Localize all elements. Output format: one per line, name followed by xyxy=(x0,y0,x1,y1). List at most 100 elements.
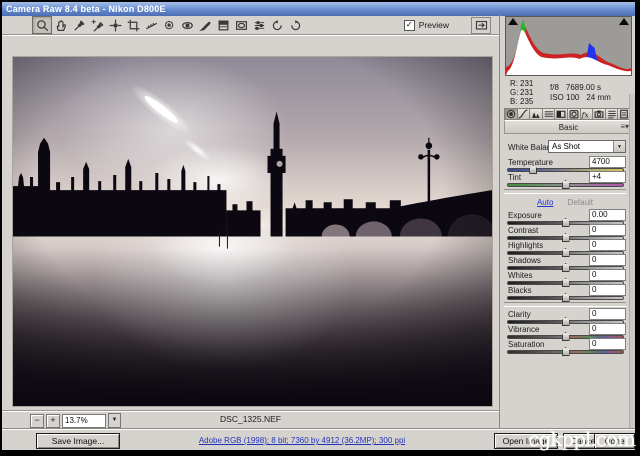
adjustment-brush-tool-button[interactable] xyxy=(196,17,214,33)
tab-camera-calibration[interactable] xyxy=(592,108,605,120)
straighten-icon xyxy=(145,19,158,32)
blacks-thumb[interactable] xyxy=(562,293,570,302)
eyedropper-plus-icon xyxy=(91,19,104,32)
rotate-cw-icon xyxy=(289,19,302,32)
whites-field[interactable]: 0 xyxy=(589,269,626,281)
radial-filter-tool-button[interactable] xyxy=(232,17,250,33)
save-image-button[interactable]: Save Image... xyxy=(36,433,120,449)
tint-row: Tint +4 xyxy=(504,173,626,188)
histogram[interactable] xyxy=(505,16,632,76)
photo-image xyxy=(13,57,492,406)
radial-filter-icon xyxy=(235,19,248,32)
dropdown-arrow-icon[interactable]: ▼ xyxy=(613,141,625,152)
tint-slider[interactable] xyxy=(507,183,624,187)
blacks-field[interactable]: 0 xyxy=(589,284,626,296)
watermark: cgkppl.com xyxy=(528,427,635,451)
white-balance-tool-button[interactable] xyxy=(70,17,88,33)
split-toning-icon xyxy=(556,109,566,119)
whites-label: Whites xyxy=(508,271,532,280)
tab-hsl-grayscale[interactable] xyxy=(542,108,555,120)
shadows-field[interactable]: 0 xyxy=(589,254,626,266)
tab-presets[interactable] xyxy=(605,108,618,120)
shadows-label: Shadows xyxy=(508,256,541,265)
shadow-clipping-indicator[interactable] xyxy=(508,18,518,25)
window-title: Camera Raw 8.4 beta - Nikon D800E xyxy=(6,4,166,14)
photo-preview[interactable] xyxy=(12,56,493,407)
blacks-row: Blacks 0 xyxy=(504,286,626,301)
rotate-left-button[interactable] xyxy=(268,17,286,33)
exposure-field[interactable]: 0.00 xyxy=(589,209,626,221)
rotate-right-button[interactable] xyxy=(286,17,304,33)
preview-toggle[interactable]: ✓ Preview xyxy=(404,20,449,31)
contrast-field[interactable]: 0 xyxy=(589,224,626,236)
tone-curve-icon xyxy=(518,109,528,119)
basic-controls: White Balance: As Shot ▼ Temperature 470… xyxy=(504,140,626,355)
auto-link[interactable]: Auto xyxy=(537,198,553,207)
toolbar: ✓ Preview xyxy=(2,16,499,35)
highlight-clipping-indicator[interactable] xyxy=(619,18,629,25)
eyedropper-icon xyxy=(73,19,86,32)
brush-icon xyxy=(199,19,212,32)
red-eye-tool-button[interactable] xyxy=(178,17,196,33)
white-balance-select[interactable]: As Shot ▼ xyxy=(548,140,626,153)
zoom-tool-button[interactable] xyxy=(32,16,52,34)
target-icon xyxy=(109,19,122,32)
tab-basic[interactable] xyxy=(504,108,517,120)
magnifier-icon xyxy=(36,19,49,32)
saturation-label: Saturation xyxy=(508,340,544,349)
temperature-field[interactable]: 4700 xyxy=(589,156,626,168)
preferences-icon xyxy=(253,19,266,32)
tint-label: Tint xyxy=(508,173,521,182)
tab-tone-curve[interactable] xyxy=(517,108,530,120)
fx-icon: fx xyxy=(581,109,591,119)
tab-split-toning[interactable] xyxy=(554,108,567,120)
workflow-options-link[interactable]: Adobe RGB (1998); 8 bit; 7360 by 4912 (3… xyxy=(122,436,482,445)
crop-tool-button[interactable] xyxy=(124,17,142,33)
tab-lens-corrections[interactable] xyxy=(567,108,580,120)
rgb-readout: R:231 G:231 B:235 xyxy=(510,79,533,106)
tab-effects[interactable]: fx xyxy=(580,108,593,120)
aperture-icon xyxy=(506,109,516,119)
targeted-adjustment-tool-button[interactable] xyxy=(106,17,124,33)
color-sampler-tool-button[interactable] xyxy=(88,17,106,33)
highlights-field[interactable]: 0 xyxy=(589,239,626,251)
preferences-tool-button[interactable] xyxy=(250,17,268,33)
basic-panel-header: Basic ≡▾ xyxy=(504,120,633,134)
fullscreen-icon xyxy=(475,19,488,31)
tint-field[interactable]: +4 xyxy=(589,171,626,183)
default-link[interactable]: Default xyxy=(568,198,593,207)
preview-label: Preview xyxy=(419,20,449,30)
preview-checkbox[interactable]: ✓ xyxy=(404,20,415,31)
fullscreen-toggle-button[interactable] xyxy=(471,17,491,34)
vibrance-field[interactable]: 0 xyxy=(589,323,626,335)
basic-panel-title: Basic xyxy=(559,123,579,132)
tab-detail[interactable] xyxy=(529,108,542,120)
panel-menu-icon[interactable]: ≡▾ xyxy=(620,122,629,131)
clarity-field[interactable]: 0 xyxy=(589,308,626,320)
detail-icon xyxy=(531,109,541,119)
spot-removal-tool-button[interactable] xyxy=(160,17,178,33)
panel-tabs: fx xyxy=(504,108,633,120)
exposure-label: Exposure xyxy=(508,211,542,220)
divider xyxy=(504,189,626,194)
temperature-label: Temperature xyxy=(508,158,553,167)
hand-tool-button[interactable] xyxy=(52,17,70,33)
blacks-label: Blacks xyxy=(508,286,532,295)
saturation-row: Saturation 0 xyxy=(504,340,626,355)
spot-removal-icon xyxy=(163,19,176,32)
highlights-label: Highlights xyxy=(508,241,543,250)
hand-icon xyxy=(55,19,68,32)
saturation-slider[interactable] xyxy=(507,350,624,354)
graduated-filter-tool-button[interactable] xyxy=(214,17,232,33)
saturation-field[interactable]: 0 xyxy=(589,338,626,350)
straighten-tool-button[interactable] xyxy=(142,17,160,33)
presets-icon xyxy=(607,109,617,119)
saturation-thumb[interactable] xyxy=(562,347,570,356)
vibrance-label: Vibrance xyxy=(508,325,539,334)
lens-icon xyxy=(569,109,579,119)
blacks-slider[interactable] xyxy=(507,296,624,300)
divider xyxy=(504,302,626,307)
panel-scrollbar[interactable] xyxy=(629,94,635,428)
red-eye-icon xyxy=(181,19,194,32)
tint-thumb[interactable] xyxy=(562,180,570,189)
